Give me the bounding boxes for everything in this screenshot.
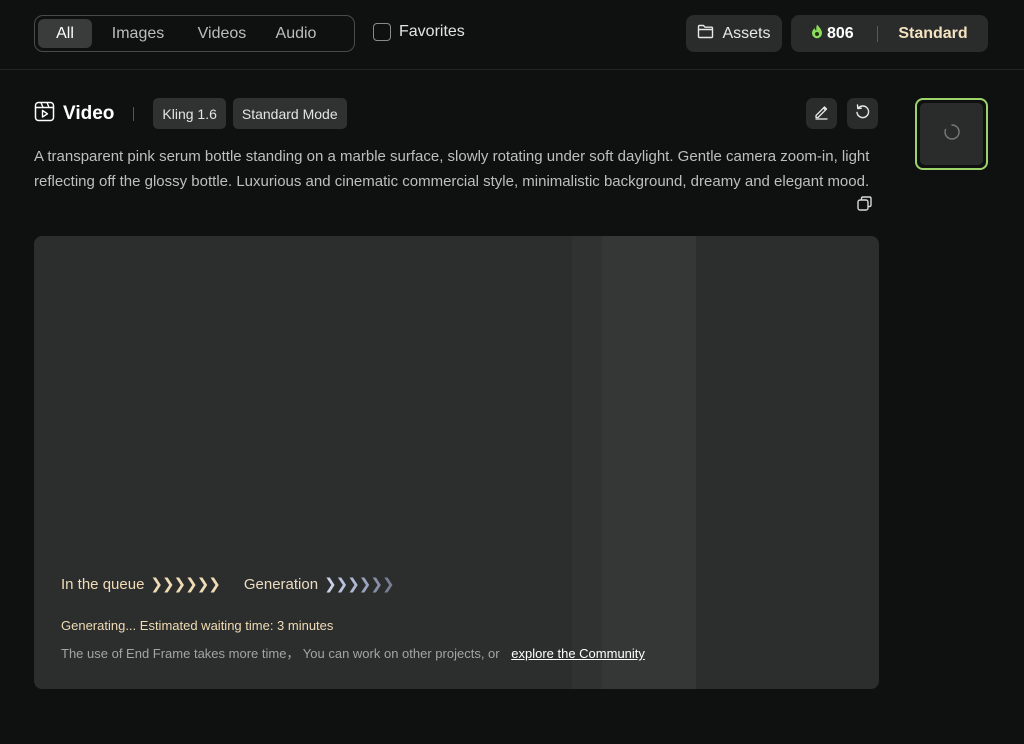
top-bar: All Images Videos Audio Favorites Assets…	[0, 0, 1024, 70]
note-text: The use of End Frame takes more time， Yo…	[61, 646, 500, 661]
shimmer-band	[572, 236, 602, 689]
tab-images[interactable]: Images	[94, 19, 182, 48]
assets-label: Assets	[722, 24, 771, 42]
undo-icon	[854, 103, 871, 125]
copy-prompt-button[interactable]	[854, 196, 874, 216]
favorites-checkbox[interactable]	[373, 23, 391, 41]
video-preview-panel: In the queue ❯❯❯❯❯❯ Generation ❯❯❯❯❯❯ Ge…	[34, 236, 879, 689]
divider	[133, 106, 135, 121]
regenerate-button[interactable]	[847, 98, 878, 129]
tab-all[interactable]: All	[38, 19, 92, 48]
flame-icon	[811, 24, 823, 44]
mode-tag: Standard Mode	[232, 98, 347, 129]
pencil-icon	[813, 103, 830, 125]
favorites-toggle[interactable]: Favorites	[373, 23, 465, 41]
spinner-icon	[943, 123, 961, 146]
shimmer-band	[602, 236, 696, 689]
prompt-text: A transparent pink serum bottle standing…	[34, 148, 870, 190]
tab-videos[interactable]: Videos	[184, 19, 260, 48]
copy-icon	[856, 195, 873, 217]
progress-stages: In the queue ❯❯❯❯❯❯ Generation ❯❯❯❯❯❯	[61, 575, 394, 594]
assets-button[interactable]: Assets	[686, 15, 782, 52]
model-tag: Kling 1.6	[153, 98, 226, 129]
tab-audio[interactable]: Audio	[262, 19, 330, 48]
generation-label: Generation	[243, 575, 319, 593]
generation-thumbnail[interactable]	[915, 98, 988, 170]
plan-label: Standard	[898, 24, 968, 42]
explore-community-link[interactable]: explore the Community	[511, 646, 645, 661]
video-header: Video Kling 1.6 Standard Mode	[34, 98, 354, 129]
queue-arrows: ❯❯❯❯❯❯	[150, 576, 220, 593]
end-frame-note: The use of End Frame takes more time， Yo…	[61, 643, 645, 662]
folder-icon	[697, 24, 714, 44]
video-icon	[34, 101, 55, 127]
credits-plan-button[interactable]: 806 Standard	[791, 15, 988, 52]
generation-arrows: ❯❯❯❯❯❯	[324, 576, 394, 593]
favorites-label: Favorites	[399, 23, 465, 40]
edit-button[interactable]	[806, 98, 837, 129]
video-title: Video	[63, 102, 115, 124]
credits-count: 806	[827, 24, 854, 42]
filter-tabs: All Images Videos Audio	[34, 15, 355, 52]
status-text: Generating... Estimated waiting time: 3 …	[61, 618, 334, 633]
queue-label: In the queue	[61, 575, 145, 593]
